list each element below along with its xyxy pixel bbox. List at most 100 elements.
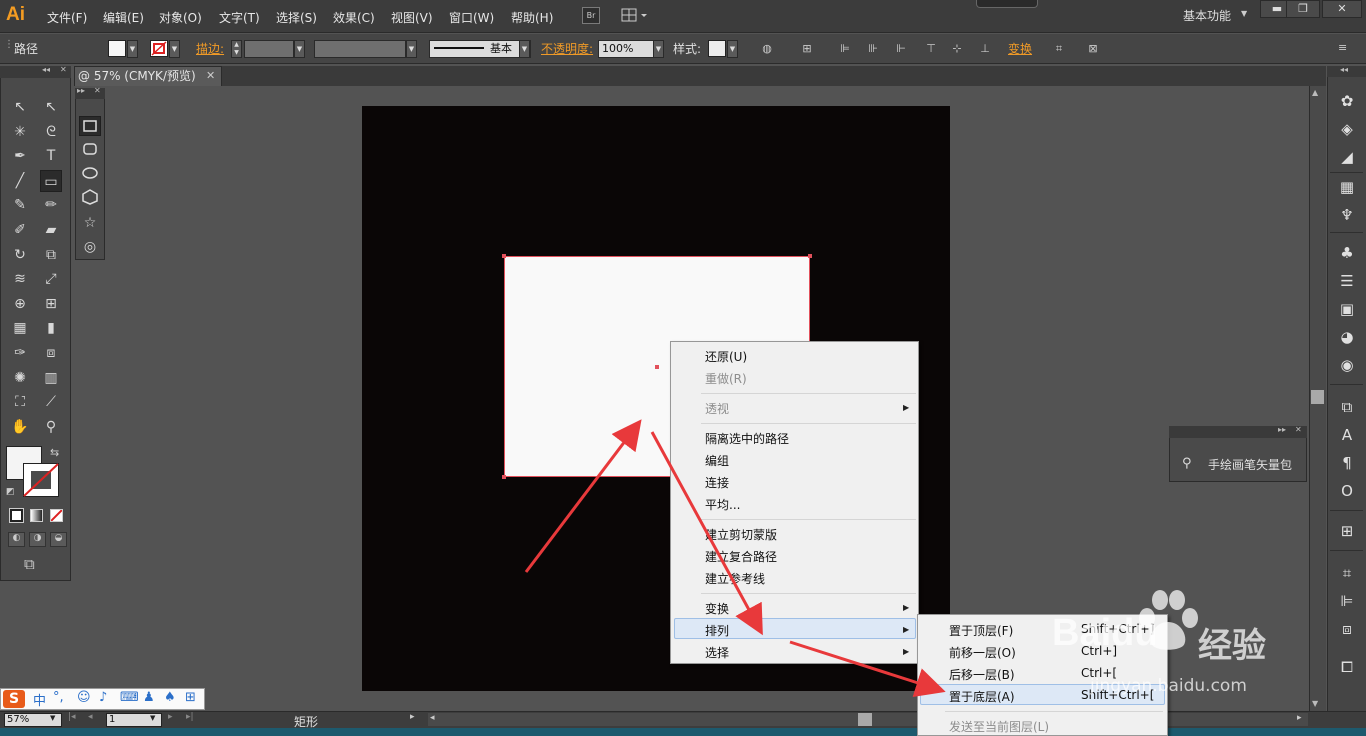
emoji-icon[interactable]: ☺ bbox=[77, 690, 91, 705]
gradient-mode-button[interactable] bbox=[30, 509, 43, 522]
transform-panel-icon[interactable]: ⌗ bbox=[1336, 562, 1358, 584]
scroll-right-icon[interactable]: ▸ bbox=[1297, 713, 1302, 723]
stroke-panel-icon[interactable]: ☰ bbox=[1336, 270, 1358, 292]
slice-tool-icon[interactable]: ⟋ bbox=[40, 391, 62, 413]
align-right-icon[interactable]: ⊩ bbox=[894, 42, 908, 56]
workspace-label[interactable]: 基本功能 bbox=[1183, 7, 1231, 24]
stroke-weight-stepper[interactable]: ▲ ▼ bbox=[231, 40, 242, 58]
context-menu-item[interactable]: 建立参考线 bbox=[705, 570, 765, 587]
stroke-dropdown-arrow[interactable]: ▼ bbox=[169, 40, 180, 58]
context-menu-item[interactable]: 变换 bbox=[705, 600, 729, 617]
status-menu-icon[interactable]: ▸ bbox=[410, 712, 415, 722]
swap-fill-stroke-icon[interactable]: ⇆ bbox=[50, 446, 59, 459]
screen-mode-icon[interactable]: ⧉ bbox=[24, 555, 35, 573]
close-button[interactable]: ✕ bbox=[1322, 0, 1362, 18]
zoom-dropdown-icon[interactable]: ▼ bbox=[50, 714, 55, 722]
flare-tool-icon[interactable]: ◎ bbox=[79, 236, 101, 256]
rounded-rectangle-tool-icon[interactable] bbox=[79, 140, 101, 160]
keyboard-icon[interactable]: ⌨ bbox=[120, 690, 139, 705]
default-colors-icon[interactable]: ◩ bbox=[6, 487, 15, 497]
none-mode-button[interactable] bbox=[50, 509, 63, 522]
context-menu-item[interactable]: 编组 bbox=[705, 452, 729, 469]
artboard-tool-icon[interactable]: ⛶ bbox=[9, 391, 31, 413]
paintbrush-tool-icon[interactable]: ✎ bbox=[9, 194, 31, 216]
character-icon[interactable]: A bbox=[1336, 424, 1358, 446]
opentype-icon[interactable]: O bbox=[1336, 480, 1358, 502]
blend-tool-icon[interactable]: ⧈ bbox=[40, 342, 62, 364]
appearance-icon[interactable]: ◢ bbox=[1336, 146, 1358, 168]
zoom-tool-icon[interactable]: ⚲ bbox=[40, 416, 62, 438]
eyedropper-tool-icon[interactable]: ✑ bbox=[9, 342, 31, 364]
mesh-tool-icon[interactable]: ▦ bbox=[9, 317, 31, 339]
ime-mode[interactable]: 中 bbox=[33, 690, 46, 709]
arrange-documents-button[interactable] bbox=[620, 7, 650, 24]
first-artboard-icon[interactable]: |◂ bbox=[68, 712, 76, 722]
bounding-handle[interactable] bbox=[502, 254, 506, 258]
scroll-down-icon[interactable]: ▼ bbox=[1312, 699, 1318, 708]
dock-header[interactable]: ◂◂ bbox=[1327, 65, 1366, 77]
opacity-input[interactable]: 100% bbox=[598, 40, 654, 58]
pathfinder-icon[interactable]: ⧈ bbox=[1336, 618, 1358, 640]
brush-panel-header[interactable]: ▸▸ ✕ bbox=[1169, 425, 1307, 438]
scroll-up-icon[interactable]: ▲ bbox=[1312, 88, 1318, 97]
context-menu-item[interactable]: 选择 bbox=[705, 644, 729, 661]
warp-tool-icon[interactable]: ≋ bbox=[9, 268, 31, 290]
column-graph-tool-icon[interactable]: ▥ bbox=[40, 367, 62, 389]
brush-library-label[interactable]: 手绘画笔矢量包 bbox=[1208, 456, 1292, 473]
bridge-button[interactable]: Br bbox=[582, 7, 600, 24]
user-icon[interactable]: ♟ bbox=[143, 690, 155, 705]
last-artboard-icon[interactable]: ▸| bbox=[186, 712, 194, 722]
workspace-switcher-tab[interactable] bbox=[976, 0, 1038, 8]
align-panel-icon[interactable]: ⊞ bbox=[1336, 520, 1358, 542]
chevron-down-icon[interactable]: ▼ bbox=[1241, 9, 1247, 18]
align-to-icon[interactable]: ⊞ bbox=[800, 42, 814, 56]
sogou-logo-icon[interactable]: S bbox=[3, 690, 25, 708]
transform-label[interactable]: 变换 bbox=[1008, 40, 1032, 57]
menu-type[interactable]: 文字(T) bbox=[219, 9, 260, 26]
pencil-tool-icon[interactable]: ✏ bbox=[40, 194, 62, 216]
gradient-tool-icon[interactable]: ▮ bbox=[40, 317, 62, 339]
panel-menu-icon[interactable]: ≡ bbox=[1338, 41, 1347, 54]
shape-builder-tool-icon[interactable]: ⊕ bbox=[9, 293, 31, 315]
color-mode-button[interactable] bbox=[9, 508, 24, 523]
color-guide-icon[interactable]: ✿ bbox=[1336, 90, 1358, 112]
arrange-menu-item[interactable]: 置于顶层(F) bbox=[949, 622, 1013, 639]
graphic-style-dropdown[interactable]: ▼ bbox=[727, 40, 738, 58]
menu-help[interactable]: 帮助(H) bbox=[511, 9, 553, 26]
color-panel-icon[interactable]: ◉ bbox=[1336, 354, 1358, 376]
type-tool-icon[interactable]: T bbox=[40, 145, 62, 167]
star-tool-icon[interactable]: ☆ bbox=[79, 212, 101, 232]
paragraph-icon[interactable]: ¶ bbox=[1336, 452, 1358, 474]
align-middle-icon[interactable]: ⊹ bbox=[950, 42, 964, 56]
scroll-left-icon[interactable]: ◂ bbox=[430, 713, 435, 723]
align-objects-icon[interactable]: ⊫ bbox=[1336, 590, 1358, 612]
lasso-tool-icon[interactable]: ᘓ bbox=[40, 121, 62, 143]
punctuation-icon[interactable]: °, bbox=[53, 690, 64, 705]
brush-dropdown-arrow[interactable]: ▼ bbox=[519, 40, 530, 58]
microphone-icon[interactable]: ♪ bbox=[99, 690, 107, 705]
toolbox-icon[interactable]: ⊞ bbox=[185, 690, 196, 705]
context-menu-item[interactable]: 排列 bbox=[705, 622, 729, 639]
symbols-icon[interactable]: ♣ bbox=[1336, 242, 1358, 264]
rectangle-tool-icon[interactable]: ▭ bbox=[40, 169, 62, 192]
variable-width-profile[interactable] bbox=[314, 40, 406, 58]
close-tab-icon[interactable]: ✕ bbox=[206, 69, 215, 82]
arrange-menu-item[interactable]: 前移一层(O) bbox=[949, 644, 1016, 661]
fill-dropdown-arrow[interactable]: ▼ bbox=[127, 40, 138, 58]
align-top-icon[interactable]: ⊤ bbox=[924, 42, 938, 56]
menu-object[interactable]: 对象(O) bbox=[159, 9, 202, 26]
skin-icon[interactable]: ♠ bbox=[164, 690, 176, 705]
align-left-icon[interactable]: ⊫ bbox=[838, 42, 852, 56]
brush-definition-dropdown[interactable]: 基本 bbox=[429, 40, 531, 58]
envelope-icon[interactable]: ⊠ bbox=[1086, 42, 1100, 56]
draw-behind-icon[interactable]: ◑ bbox=[29, 532, 46, 547]
bounding-handle[interactable] bbox=[502, 475, 506, 479]
draw-inside-icon[interactable]: ◒ bbox=[50, 532, 67, 547]
horizontal-scroll-thumb[interactable] bbox=[858, 713, 872, 726]
opacity-dropdown[interactable]: ▼ bbox=[653, 40, 664, 58]
context-menu-item[interactable]: 平均... bbox=[705, 496, 740, 513]
context-menu-item[interactable]: 建立复合路径 bbox=[705, 548, 777, 565]
eraser-tool-icon[interactable]: ▰ bbox=[40, 219, 62, 241]
bounding-handle[interactable] bbox=[808, 254, 812, 258]
isolate-icon[interactable]: ⌗ bbox=[1052, 42, 1066, 56]
